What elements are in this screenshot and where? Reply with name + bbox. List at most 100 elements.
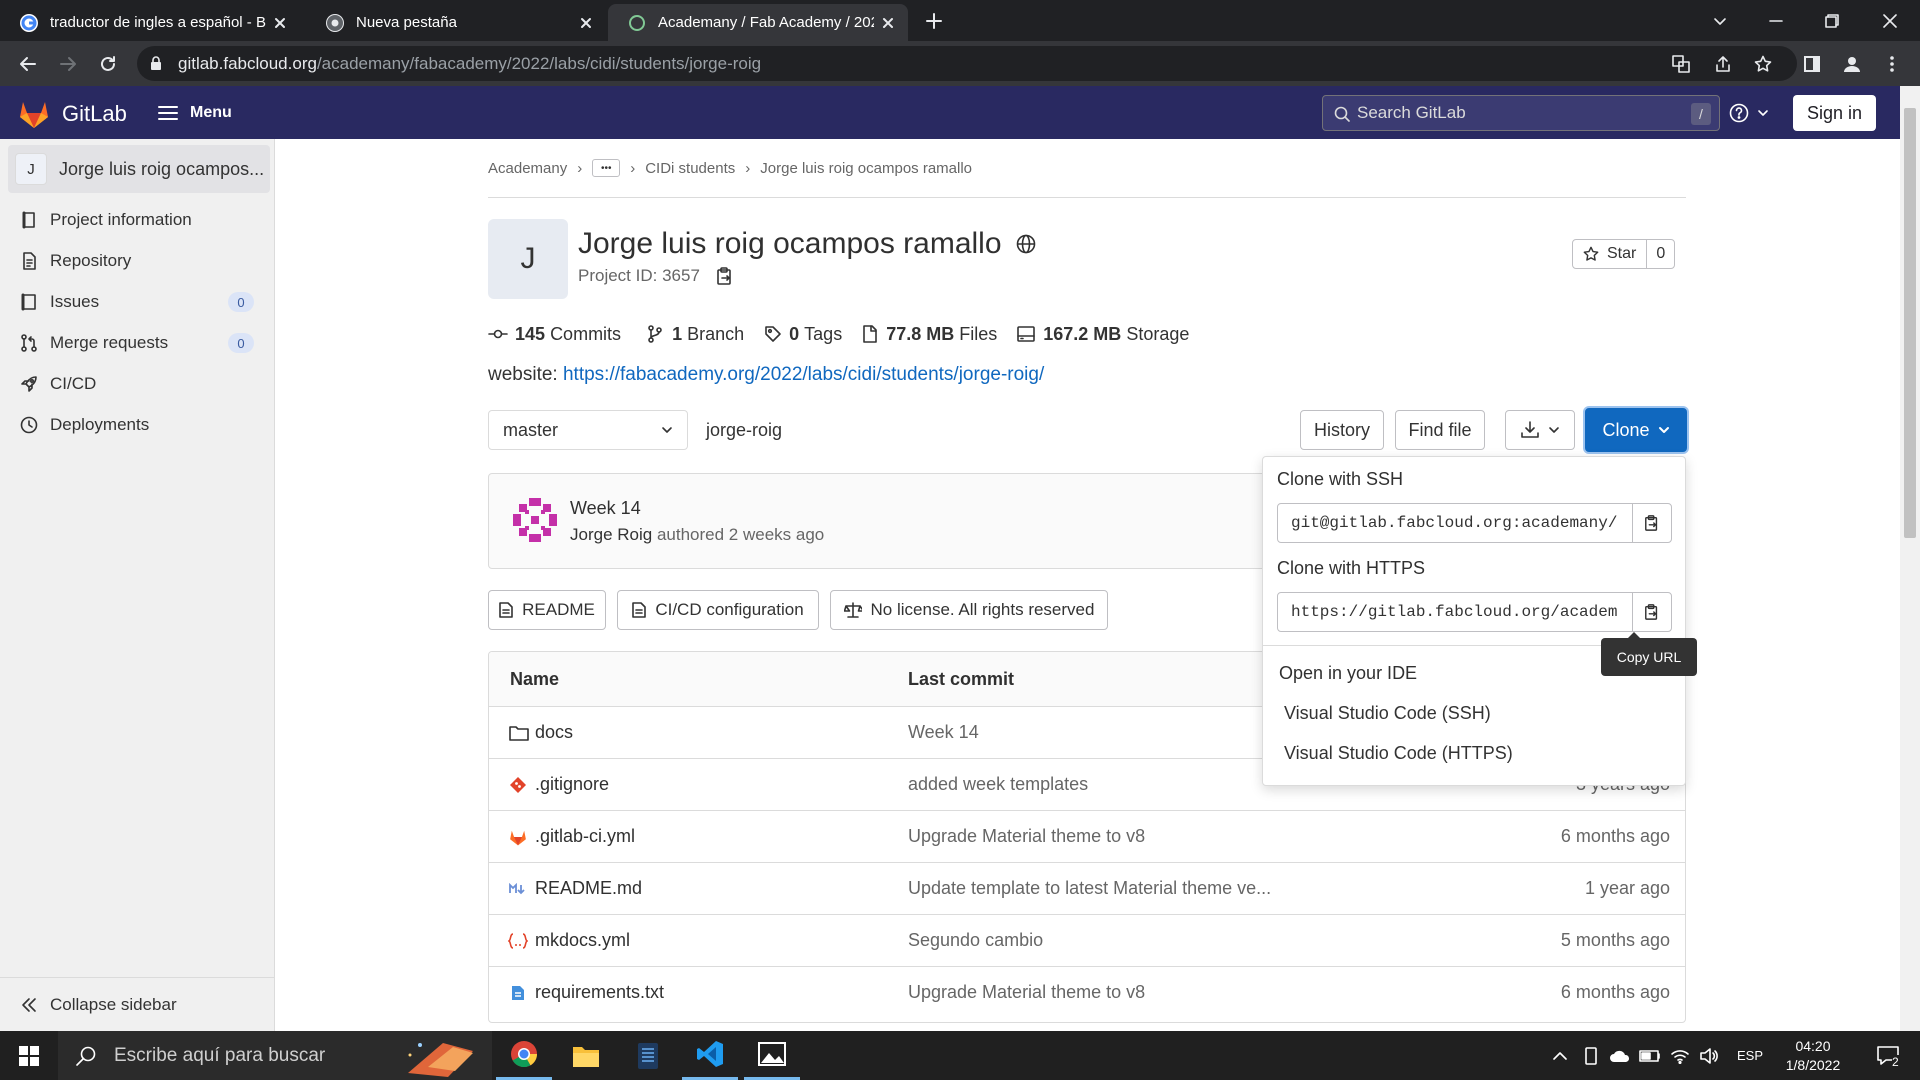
minimize-button[interactable] [1748, 0, 1804, 41]
taskbar-app-terminal[interactable] [620, 1031, 676, 1080]
collapse-sidebar-button[interactable]: Collapse sidebar [0, 977, 275, 1031]
files-link[interactable]: 77.8 MB Files [862, 324, 997, 345]
start-button[interactable] [0, 1031, 58, 1080]
sidebar-item-merge-requests[interactable]: Merge requests 0 [0, 323, 275, 363]
notification-center-button[interactable]: 2 [1864, 1031, 1912, 1080]
file-last-commit[interactable]: Segundo cambio [908, 930, 1043, 951]
website-link[interactable]: https://fabacademy.org/2022/labs/cidi/st… [563, 364, 1044, 385]
branch-name: master [503, 419, 559, 440]
tags-link[interactable]: 0 Tags [764, 324, 842, 345]
input-language-indicator[interactable]: ESP [1730, 1031, 1770, 1080]
commits-link[interactable]: 145 Commits [488, 324, 621, 345]
branches-link[interactable]: 1 Branch [647, 324, 744, 345]
copy-https-url-button[interactable] [1632, 592, 1672, 632]
file-last-commit[interactable]: Upgrade Material theme to v8 [908, 826, 1145, 847]
bookmark-button[interactable] [1743, 41, 1783, 86]
taskbar-file-explorer[interactable] [558, 1031, 614, 1080]
sidebar-item-issues[interactable]: Issues 0 [0, 282, 275, 322]
tray-device-icon[interactable] [1578, 1031, 1604, 1080]
taskbar-vscode[interactable] [682, 1031, 738, 1080]
open-vscode-ssh-item[interactable]: Visual Studio Code (SSH) [1263, 694, 1685, 732]
file-name[interactable]: .gitlab-ci.yml [535, 826, 635, 847]
readme-badge[interactable]: README [488, 590, 606, 630]
file-name[interactable]: .gitignore [535, 774, 609, 795]
tray-volume[interactable] [1696, 1031, 1724, 1080]
new-tab-button[interactable] [906, 0, 962, 41]
copy-ssh-url-button[interactable] [1632, 503, 1672, 543]
file-name[interactable]: mkdocs.yml [535, 930, 630, 951]
clone-https-url-input[interactable]: https://gitlab.fabcloud.org/academ [1277, 592, 1633, 632]
translate-button[interactable] [1661, 41, 1701, 86]
license-badge[interactable]: No license. All rights reserved [830, 590, 1108, 630]
tab-search-button[interactable] [1692, 0, 1748, 41]
branch-selector[interactable]: master [488, 410, 688, 450]
close-window-button[interactable] [1860, 0, 1920, 41]
file-last-commit[interactable]: added week templates [908, 774, 1088, 795]
file-name[interactable]: docs [535, 722, 573, 743]
tray-battery[interactable] [1636, 1031, 1664, 1080]
restore-button[interactable] [1804, 0, 1860, 41]
browser-tab-new[interactable]: Nueva pestaña [306, 4, 606, 41]
taskbar-clock[interactable]: 04:20 1/8/2022 [1770, 1031, 1856, 1080]
download-button[interactable] [1505, 410, 1575, 450]
clone-ssh-url-input[interactable]: git@gitlab.fabcloud.org:academany/ [1277, 503, 1633, 543]
table-row[interactable]: .gitlab-ci.yml Upgrade Material theme to… [489, 810, 1686, 862]
star-count[interactable]: 0 [1647, 245, 1674, 263]
star-button[interactable]: Star [1573, 239, 1648, 269]
tray-onedrive[interactable] [1606, 1031, 1634, 1080]
sidebar-item-deployments[interactable]: Deployments [0, 405, 275, 445]
scrollbar-thumb[interactable] [1904, 108, 1916, 538]
file-last-commit[interactable]: Update template to latest Material theme… [908, 878, 1271, 899]
page-scrollbar[interactable] [1900, 86, 1920, 1031]
clone-button[interactable]: Clone [1585, 408, 1687, 452]
menu-button[interactable]: Menu [158, 86, 232, 139]
table-row[interactable]: requirements.txt Upgrade Material theme … [489, 966, 1686, 1018]
find-file-button[interactable]: Find file [1395, 410, 1485, 450]
gitlab-home-link[interactable]: GitLab [18, 99, 127, 129]
breadcrumb-item-academany[interactable]: Academany [488, 160, 567, 177]
file-name[interactable]: requirements.txt [535, 982, 664, 1003]
sidebar-project-header[interactable]: J Jorge luis roig ocampos... [8, 145, 270, 193]
browser-menu-button[interactable] [1872, 41, 1912, 86]
browser-tab-translate[interactable]: traductor de ingles a español - B [0, 4, 300, 41]
browser-tab-gitlab[interactable]: Academany / Fab Academy / 202 [608, 4, 908, 41]
breadcrumb-item-project[interactable]: Jorge luis roig ocampos ramallo [760, 160, 972, 177]
tray-wifi[interactable] [1666, 1031, 1694, 1080]
breadcrumb-item-cidi-students[interactable]: CIDi students [645, 160, 735, 177]
breadcrumb-expand-button[interactable]: ••• [592, 159, 621, 177]
open-vscode-https-item[interactable]: Visual Studio Code (HTTPS) [1263, 734, 1685, 772]
file-last-commit[interactable]: Week 14 [908, 722, 979, 743]
table-row[interactable]: mkdocs.yml Segundo cambio 5 months ago [489, 914, 1686, 966]
forward-button[interactable] [48, 41, 88, 86]
commit-author[interactable]: Jorge Roig [570, 525, 652, 544]
commit-title[interactable]: Week 14 [570, 498, 641, 519]
close-icon[interactable] [572, 9, 600, 37]
table-row[interactable]: README.md Update template to latest Mate… [489, 862, 1686, 914]
sidebar-item-project-information[interactable]: Project information [0, 200, 275, 240]
sidebar-item-repository[interactable]: Repository [0, 241, 275, 281]
url-host: gitlab.fabcloud.org [178, 53, 317, 73]
copy-icon[interactable] [716, 266, 734, 286]
taskbar-chrome[interactable] [496, 1031, 552, 1080]
sign-in-button[interactable]: Sign in [1793, 95, 1876, 131]
file-last-commit[interactable]: Upgrade Material theme to v8 [908, 982, 1145, 1003]
file-name[interactable]: README.md [535, 878, 642, 899]
storage-link[interactable]: 167.2 MB Storage [1017, 324, 1189, 345]
tray-overflow-button[interactable] [1546, 1031, 1574, 1080]
close-icon[interactable] [266, 9, 294, 37]
sidebar-item-ci-cd[interactable]: CI/CD [0, 364, 275, 404]
help-menu-button[interactable] [1729, 86, 1769, 139]
profile-button[interactable] [1832, 41, 1872, 86]
reload-button[interactable] [88, 41, 128, 86]
close-icon[interactable] [874, 9, 902, 37]
taskbar-photos[interactable] [744, 1031, 800, 1080]
repo-path[interactable]: jorge-roig [706, 420, 782, 441]
share-button[interactable] [1703, 41, 1743, 86]
side-panel-button[interactable] [1792, 41, 1832, 86]
search-input[interactable]: Search GitLab / [1322, 95, 1720, 131]
ci-cd-configuration-badge[interactable]: CI/CD configuration [617, 590, 819, 630]
history-button[interactable]: History [1300, 410, 1384, 450]
back-button[interactable] [8, 41, 48, 86]
arrow-right-icon [60, 56, 76, 71]
taskbar-search-box[interactable]: Escribe aquí para buscar [58, 1031, 492, 1080]
